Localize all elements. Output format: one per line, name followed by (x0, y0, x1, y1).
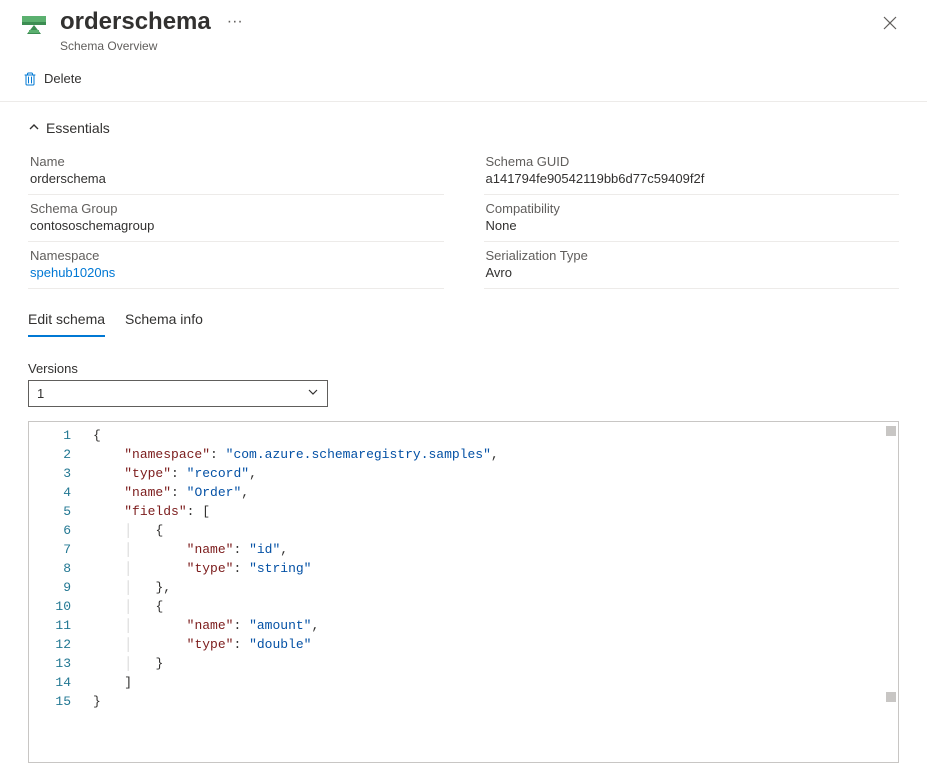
tab-schema-info[interactable]: Schema info (125, 303, 203, 337)
versions-label: Versions (28, 361, 899, 376)
essentials-panel: Name orderschema Schema Group contososch… (28, 148, 899, 289)
editor-code[interactable]: { "namespace": "com.azure.schemaregistry… (85, 422, 898, 762)
versions-selected: 1 (37, 386, 44, 401)
essentials-row-serialization-type: Serialization Type Avro (484, 242, 900, 289)
tab-edit-schema[interactable]: Edit schema (28, 303, 105, 337)
essentials-row-schema-group: Schema Group contososchemagroup (28, 195, 444, 242)
essentials-row-name: Name orderschema (28, 148, 444, 195)
delete-button[interactable]: Delete (20, 67, 84, 91)
essentials-row-compatibility: Compatibility None (484, 195, 900, 242)
command-bar: Delete (0, 61, 927, 102)
scrollbar-thumb-bottom[interactable] (886, 692, 896, 702)
chevron-down-icon (307, 386, 319, 401)
chevron-up-icon (28, 120, 40, 136)
page-subtitle: Schema Overview (60, 39, 873, 53)
delete-label: Delete (44, 71, 82, 86)
namespace-link[interactable]: spehub1020ns (30, 265, 442, 280)
essentials-row-schema-guid: Schema GUID a141794fe90542119bb6d77c5940… (484, 148, 900, 195)
tabs: Edit schema Schema info (28, 303, 899, 337)
schema-resource-icon (20, 12, 48, 40)
essentials-toggle[interactable]: Essentials (28, 116, 899, 140)
versions-dropdown[interactable]: 1 (28, 380, 328, 407)
essentials-label: Essentials (46, 120, 110, 136)
close-button[interactable] (873, 8, 907, 41)
more-actions-button[interactable]: ··· (219, 9, 251, 35)
page-header: orderschema ··· Schema Overview (0, 0, 927, 61)
essentials-row-namespace: Namespace spehub1020ns (28, 242, 444, 289)
schema-editor[interactable]: 123456789101112131415 { "namespace": "co… (28, 421, 899, 763)
scrollbar-thumb-top[interactable] (886, 426, 896, 436)
page-title: orderschema (60, 8, 211, 37)
editor-gutter: 123456789101112131415 (29, 422, 85, 762)
